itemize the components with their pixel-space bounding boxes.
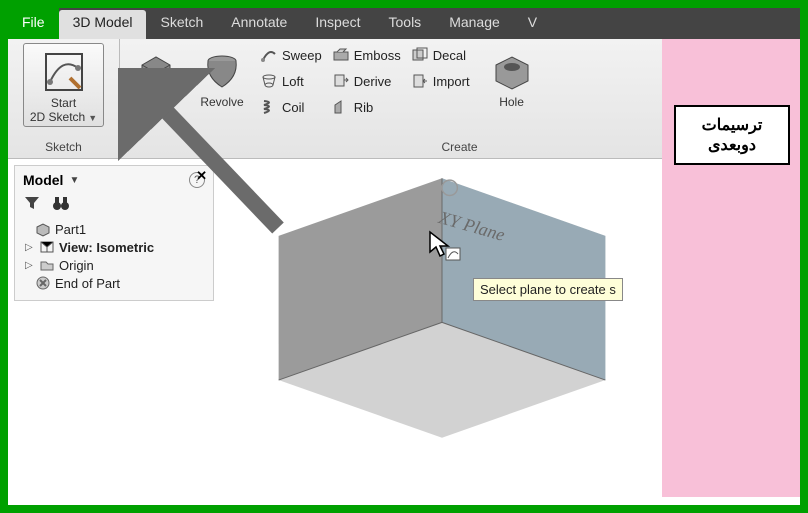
tree-node-part[interactable]: Part1 <box>19 220 209 238</box>
start-sketch-icon <box>40 48 88 96</box>
import-button[interactable]: Import <box>409 71 472 91</box>
emboss-button[interactable]: Emboss <box>330 45 403 65</box>
tab-view[interactable]: V <box>514 8 551 39</box>
decal-label: Decal <box>433 48 466 63</box>
rib-label: Rib <box>354 100 374 115</box>
tree-node-end-of-part[interactable]: End of Part <box>19 274 209 292</box>
filter-icon[interactable] <box>23 194 41 212</box>
tree-node-view[interactable]: ▷ View: Isometric <box>19 238 209 256</box>
close-icon[interactable]: ✕ <box>196 168 207 184</box>
start-2d-sketch-label-1: Start <box>51 96 76 110</box>
tree-label: View: Isometric <box>59 240 154 255</box>
tree-node-origin[interactable]: ▷ Origin <box>19 256 209 274</box>
coil-button[interactable]: Coil <box>258 97 324 117</box>
hole-label: Hole <box>499 95 524 109</box>
extrude-button[interactable]: Extrude <box>126 43 186 113</box>
cursor-icon <box>426 230 466 270</box>
start-2d-sketch-button[interactable]: Start 2D Sketch▼ <box>23 43 104 127</box>
tab-manage[interactable]: Manage <box>435 8 514 39</box>
import-icon <box>411 72 429 90</box>
browser-title: Model <box>23 172 63 188</box>
rib-button[interactable]: Rib <box>330 97 403 117</box>
annotation-text-1: ترسیمات <box>684 115 780 135</box>
loft-icon <box>260 72 278 90</box>
decal-icon <box>411 46 429 64</box>
panel-label-sketch: Sketch <box>14 138 113 154</box>
tab-inspect[interactable]: Inspect <box>301 8 374 39</box>
start-2d-sketch-label-2: 2D Sketch <box>30 110 85 124</box>
hole-icon <box>488 47 536 95</box>
annotation-text-2: دوبعدی <box>684 135 780 155</box>
coil-icon <box>260 98 278 116</box>
model-browser: ✕ Model ▼ ? Part1 ▷ View: Isometr <box>14 165 214 301</box>
decal-button[interactable]: Decal <box>409 45 472 65</box>
chevron-down-icon[interactable]: ▼ <box>69 175 79 186</box>
tab-3d-model[interactable]: 3D Model <box>59 10 147 39</box>
revolve-icon <box>198 47 246 95</box>
main-tabs: File 3D Model Sketch Annotate Inspect To… <box>8 8 800 39</box>
emboss-icon <box>332 46 350 64</box>
browser-tree: Part1 ▷ View: Isometric ▷ Origin End of … <box>15 218 213 300</box>
emboss-label: Emboss <box>354 48 401 63</box>
tree-label: Part1 <box>55 222 86 237</box>
derive-label: Derive <box>354 74 392 89</box>
sweep-button[interactable]: Sweep <box>258 45 324 65</box>
tab-annotate[interactable]: Annotate <box>217 8 301 39</box>
end-of-part-icon <box>35 275 51 291</box>
revolve-label: Revolve <box>200 95 243 109</box>
view-icon <box>39 239 55 255</box>
tab-file[interactable]: File <box>8 8 59 39</box>
part-icon <box>35 221 51 237</box>
sweep-icon <box>260 46 278 64</box>
tree-label: Origin <box>59 258 94 273</box>
import-label: Import <box>433 74 470 89</box>
hole-button[interactable]: Hole <box>482 43 542 113</box>
binoculars-icon[interactable] <box>51 194 71 212</box>
loft-label: Loft <box>282 74 304 89</box>
coil-label: Coil <box>282 100 304 115</box>
tree-label: End of Part <box>55 276 120 291</box>
chevron-down-icon: ▼ <box>88 113 97 123</box>
tooltip: Select plane to create s <box>473 278 623 301</box>
expander-icon[interactable]: ▷ <box>25 242 35 253</box>
folder-icon <box>39 257 55 273</box>
rib-icon <box>332 98 350 116</box>
derive-button[interactable]: Derive <box>330 71 403 91</box>
sweep-label: Sweep <box>282 48 322 63</box>
tab-sketch[interactable]: Sketch <box>146 8 217 39</box>
loft-button[interactable]: Loft <box>258 71 324 91</box>
annotation-panel: ترسیمات دوبعدی <box>662 39 802 497</box>
expander-icon[interactable]: ▷ <box>25 260 35 271</box>
extrude-icon <box>132 47 180 95</box>
annotation-box: ترسیمات دوبعدی <box>674 105 790 165</box>
revolve-button[interactable]: Revolve <box>192 43 252 113</box>
derive-icon <box>332 72 350 90</box>
tab-tools[interactable]: Tools <box>375 8 436 39</box>
extrude-label: Extrude <box>135 95 176 109</box>
